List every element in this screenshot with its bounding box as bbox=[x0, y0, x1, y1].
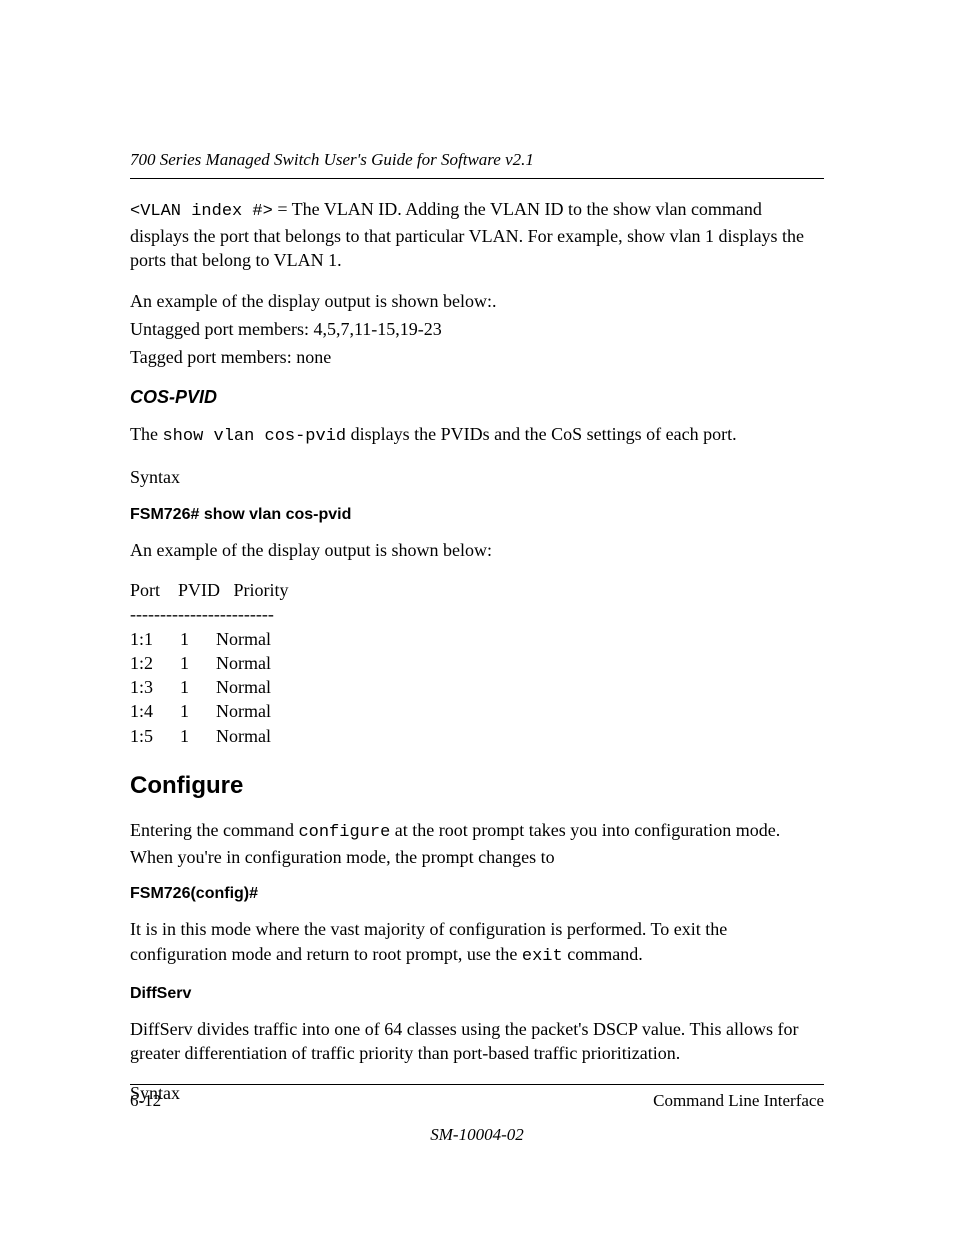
table-header-row: Port PVID Priority bbox=[130, 580, 289, 600]
config-mode-post: command. bbox=[563, 944, 643, 964]
cos-pvid-cmd: show vlan cos-pvid bbox=[162, 427, 346, 446]
untagged-members-line: Untagged port members: 4,5,7,11-15,19-23 bbox=[130, 317, 824, 341]
footer-rule bbox=[130, 1084, 824, 1085]
document-id: SM-10004-02 bbox=[130, 1125, 824, 1145]
cos-pvid-syntax-command: FSM726# show vlan cos-pvid bbox=[130, 506, 824, 524]
table-separator: ------------------------ bbox=[130, 604, 274, 624]
table-row: 1:4 1 Normal bbox=[130, 701, 271, 721]
exit-cmd: exit bbox=[522, 947, 563, 966]
output-table: Port PVID Priority ---------------------… bbox=[130, 578, 824, 748]
footer-section-title: Command Line Interface bbox=[653, 1091, 824, 1111]
cos-pvid-intro-pre: The bbox=[130, 424, 162, 444]
header-rule bbox=[130, 178, 824, 179]
page-footer: 6-12 Command Line Interface SM-10004-02 bbox=[130, 1084, 824, 1145]
configure-cmd: configure bbox=[298, 823, 390, 842]
configure-intro: Entering the command configure at the ro… bbox=[130, 818, 824, 869]
cos-pvid-intro-post: displays the PVIDs and the CoS settings … bbox=[346, 424, 736, 444]
vlan-index-paragraph: <VLAN index #> = The VLAN ID. Adding the… bbox=[130, 197, 824, 273]
cos-pvid-example-intro: An example of the display output is show… bbox=[130, 538, 824, 562]
syntax-label-1: Syntax bbox=[130, 465, 824, 489]
configure-intro-pre: Entering the command bbox=[130, 820, 298, 840]
tagged-members-line: Tagged port members: none bbox=[130, 345, 824, 369]
page-number: 6-12 bbox=[130, 1091, 161, 1111]
config-mode-paragraph: It is in this mode where the vast majori… bbox=[130, 917, 824, 968]
table-row: 1:2 1 Normal bbox=[130, 653, 271, 673]
example-intro-line: An example of the display output is show… bbox=[130, 289, 824, 313]
config-prompt: FSM726(config)# bbox=[130, 885, 824, 903]
vlan-index-code: <VLAN index #> bbox=[130, 202, 273, 221]
cos-pvid-heading: COS-PVID bbox=[130, 387, 824, 408]
diffserv-heading: DiffServ bbox=[130, 985, 824, 1003]
page: 700 Series Managed Switch User's Guide f… bbox=[0, 0, 954, 1235]
table-row: 1:3 1 Normal bbox=[130, 677, 271, 697]
diffserv-paragraph: DiffServ divides traffic into one of 64 … bbox=[130, 1017, 824, 1066]
table-row: 1:5 1 Normal bbox=[130, 726, 271, 746]
cos-pvid-intro: The show vlan cos-pvid displays the PVID… bbox=[130, 422, 824, 449]
configure-heading: Configure bbox=[130, 772, 824, 800]
table-row: 1:1 1 Normal bbox=[130, 629, 271, 649]
running-header: 700 Series Managed Switch User's Guide f… bbox=[130, 150, 824, 170]
